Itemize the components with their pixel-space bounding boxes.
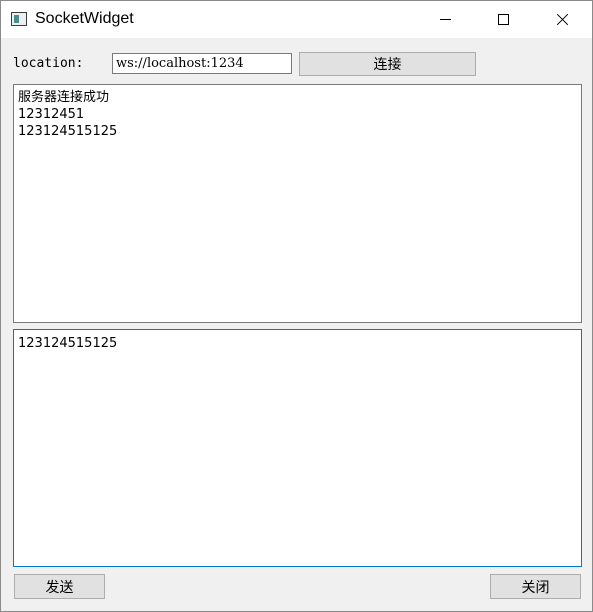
window-title: SocketWidget [35, 10, 134, 27]
received-messages-log[interactable]: 服务器连接成功 12312451 123124515125 [13, 84, 582, 323]
title-bar[interactable]: SocketWidget [1, 1, 592, 38]
log-line: 123124515125 [18, 124, 118, 139]
maximize-icon [497, 14, 509, 25]
socket-widget-window: SocketWidget location: 连接 服务器连接成功 123124… [0, 0, 593, 612]
minimize-button[interactable] [416, 1, 474, 38]
log-line: 12312451 [18, 107, 85, 122]
close-icon [557, 14, 568, 25]
log-line: 服务器连接成功 [18, 90, 110, 105]
window-close-button[interactable] [533, 1, 591, 38]
close-button[interactable]: 关闭 [490, 574, 581, 599]
location-url-input[interactable] [112, 53, 292, 74]
minimize-icon [439, 14, 451, 25]
send-button[interactable]: 发送 [14, 574, 105, 599]
maximize-button[interactable] [474, 1, 532, 38]
connect-button[interactable]: 连接 [299, 52, 476, 76]
app-window-icon [11, 12, 27, 26]
message-text: 123124515125 [18, 336, 118, 351]
message-input[interactable]: 123124515125 [13, 329, 582, 567]
location-label: location: [13, 56, 84, 71]
